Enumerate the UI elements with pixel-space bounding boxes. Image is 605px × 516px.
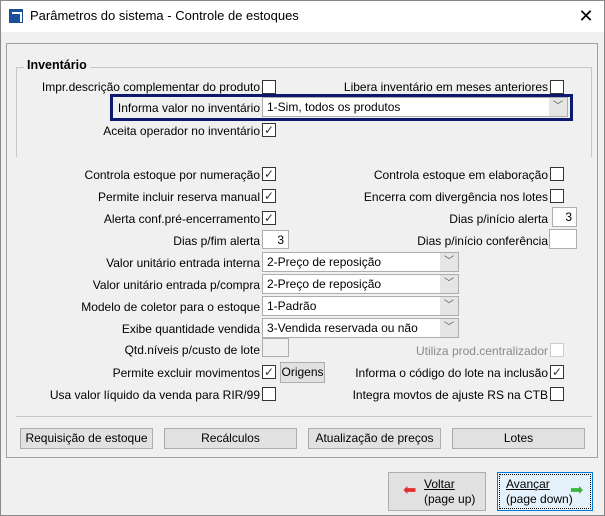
recalculos-button[interactable]: Recálculos bbox=[164, 428, 297, 449]
close-icon[interactable]: ✕ bbox=[574, 4, 598, 28]
integra-movtos-label: Integra movtos de ajuste RS na CTB bbox=[352, 388, 548, 402]
qtd-niveis-input[interactable] bbox=[262, 338, 289, 357]
codigo-lote-checkbox[interactable]: ✓ bbox=[550, 365, 564, 379]
modelo-coletor-value: 1-Padrão bbox=[267, 299, 317, 313]
dias-inicio-alerta-input[interactable]: 3 bbox=[552, 207, 577, 227]
integra-movtos-checkbox[interactable] bbox=[550, 387, 564, 401]
next-hint: (page down) bbox=[506, 492, 573, 506]
dias-inicio-conf-label: Dias p/início conferência bbox=[417, 234, 548, 248]
controla-elaboracao-label: Controla estoque em elaboração bbox=[373, 168, 548, 182]
dias-fim-alerta-input[interactable]: 3 bbox=[262, 230, 289, 249]
dias-inicio-alerta-label: Dias p/início alerta bbox=[449, 212, 548, 226]
alerta-pre-checkbox[interactable]: ✓ bbox=[262, 211, 276, 225]
qtd-vendida-label: Exibe quantidade vendida bbox=[121, 322, 260, 336]
impr-descricao-label: Impr.descrição complementar do produto bbox=[41, 80, 260, 94]
arrow-left-icon: ⬅ bbox=[403, 482, 417, 499]
valor-liquido-checkbox[interactable] bbox=[262, 387, 276, 401]
chevron-down-icon: ﹀ bbox=[440, 275, 458, 293]
chevron-down-icon: ﹀ bbox=[440, 253, 458, 271]
qtd-vendida-select[interactable]: 3-Vendida reservada ou não ﹀ bbox=[262, 318, 459, 338]
encerra-divergencia-checkbox[interactable] bbox=[550, 189, 564, 203]
informa-valor-value: 1-Sim, todos os produtos bbox=[267, 100, 401, 114]
atualizacao-precos-button[interactable]: Atualização de preços bbox=[308, 428, 441, 449]
valor-interna-value: 2-Preço de reposição bbox=[267, 255, 382, 269]
next-label: Avançar bbox=[506, 477, 550, 491]
valor-liquido-label: Usa valor líquido da venda para RIR/99 bbox=[49, 388, 260, 402]
next-button[interactable]: Avançar (page down) ➡ bbox=[497, 472, 593, 511]
controla-elaboracao-checkbox[interactable] bbox=[550, 167, 564, 181]
controla-numeracao-checkbox[interactable]: ✓ bbox=[262, 167, 276, 181]
dias-inicio-conf-input[interactable] bbox=[549, 229, 577, 249]
prod-centralizador-label: Utiliza prod.centralizador bbox=[415, 344, 548, 358]
qtd-niveis-label: Qtd.níveis p/custo de lote bbox=[124, 343, 260, 357]
chevron-down-icon: ﹀ bbox=[440, 297, 458, 315]
back-label: Voltar bbox=[424, 477, 455, 491]
excluir-mov-label: Permite excluir movimentos bbox=[112, 366, 260, 380]
codigo-lote-label: Informa o código do lote na inclusão bbox=[355, 366, 548, 380]
origens-button[interactable]: Origens bbox=[280, 362, 325, 383]
group-title: Inventário bbox=[24, 58, 90, 72]
informa-valor-label: Informa valor no inventário bbox=[117, 101, 260, 115]
aceita-operador-label: Aceita operador no inventário bbox=[103, 124, 260, 138]
back-button[interactable]: ⬅ Voltar (page up) bbox=[388, 472, 486, 511]
chevron-down-icon: ﹀ bbox=[440, 319, 458, 337]
reserva-manual-label: Permite incluir reserva manual bbox=[97, 190, 260, 204]
valor-compra-label: Valor unitário entrada p/compra bbox=[92, 278, 260, 292]
aceita-operador-checkbox[interactable]: ✓ bbox=[262, 123, 276, 137]
valor-interna-select[interactable]: 2-Preço de reposição ﹀ bbox=[262, 252, 459, 272]
libera-inventario-label: Libera inventário em meses anteriores bbox=[343, 80, 548, 94]
modelo-coletor-select[interactable]: 1-Padrão ﹀ bbox=[262, 296, 459, 316]
informa-valor-select[interactable]: 1-Sim, todos os produtos ﹀ bbox=[262, 97, 568, 117]
prod-centralizador-checkbox bbox=[550, 343, 564, 357]
lotes-button[interactable]: Lotes bbox=[452, 428, 585, 449]
excluir-mov-checkbox[interactable]: ✓ bbox=[262, 365, 276, 379]
valor-compra-value: 2-Preço de reposição bbox=[267, 277, 382, 291]
requisicao-button[interactable]: Requisição de estoque bbox=[20, 428, 153, 449]
controla-numeracao-label: Controla estoque por numeração bbox=[84, 168, 260, 182]
window-title: Parâmetros do sistema - Controle de esto… bbox=[30, 8, 299, 23]
qtd-vendida-value: 3-Vendida reservada ou não bbox=[267, 321, 418, 335]
dias-fim-alerta-label: Dias p/fim alerta bbox=[173, 234, 260, 248]
valor-compra-select[interactable]: 2-Preço de reposição ﹀ bbox=[262, 274, 459, 294]
valor-interna-label: Valor unitário entrada interna bbox=[106, 256, 260, 270]
modelo-coletor-label: Modelo de coletor para o estoque bbox=[81, 300, 260, 314]
chevron-down-icon: ﹀ bbox=[549, 98, 567, 116]
app-icon bbox=[9, 9, 23, 23]
arrow-right-icon: ➡ bbox=[570, 482, 584, 499]
reserva-manual-checkbox[interactable]: ✓ bbox=[262, 189, 276, 203]
divider bbox=[16, 416, 592, 417]
back-hint: (page up) bbox=[424, 492, 476, 506]
encerra-divergencia-label: Encerra com divergência nos lotes bbox=[363, 190, 548, 204]
libera-inventario-checkbox[interactable] bbox=[550, 80, 564, 94]
impr-descricao-checkbox[interactable] bbox=[262, 80, 276, 94]
alerta-pre-label: Alerta conf.pré-encerramento bbox=[103, 212, 260, 226]
